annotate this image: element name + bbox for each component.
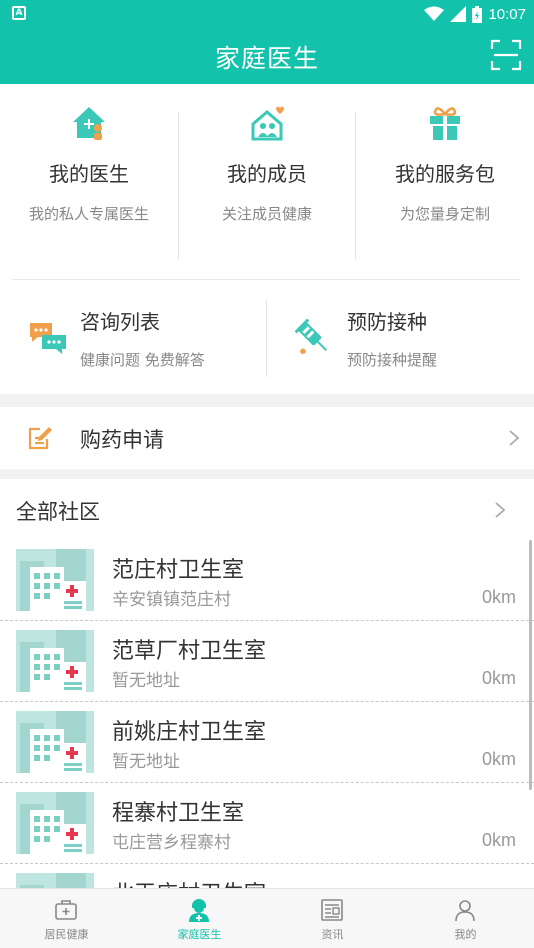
syringe-icon	[295, 319, 328, 354]
tab-label: 居民健康	[44, 928, 89, 941]
tab-mine[interactable]: 我的	[399, 889, 532, 948]
medicine-purchase-label: 购药申请	[80, 428, 164, 452]
my-members-title: 我的成员	[227, 162, 307, 186]
app-bar: 家庭医生	[0, 27, 534, 84]
vaccination-subtitle: 预防接种提醒	[347, 351, 438, 369]
clinic-address: 暂无地址	[112, 671, 180, 691]
consult-list-subtitle: 健康问题 免费解答	[80, 351, 205, 369]
vaccination-entry[interactable]: 预防接种 预防接种提醒	[267, 294, 534, 384]
chevron-right-icon	[509, 430, 520, 446]
bottom-tab-bar: 居民健康 家庭医生 资讯 我的	[0, 888, 534, 948]
services-card: 我的医生 我的私人专属医生 我的成员 关注成员健康 我的服务包 为您量身定制 咨…	[0, 84, 534, 394]
clinic-name: 范庄村卫生室	[112, 558, 245, 583]
vaccination-title: 预防接种	[347, 310, 427, 334]
my-members-subtitle: 关注成员健康	[221, 205, 312, 223]
list-item[interactable]: 北王庄村卫生室	[0, 864, 534, 888]
divider	[12, 279, 520, 280]
status-bar: A 10:07	[0, 0, 534, 27]
doctor-house-icon	[73, 107, 105, 140]
hospital-thumbnail-icon	[16, 711, 94, 773]
list-item[interactable]: 前姚庄村卫生室 暂无地址 0km	[0, 702, 534, 783]
status-icons: 10:07	[424, 4, 526, 24]
tab-news[interactable]: 资讯	[266, 889, 399, 948]
clinic-distance: 0km	[481, 830, 516, 850]
hospital-thumbnail-icon	[16, 873, 94, 888]
clinic-name: 北王庄村卫生室	[112, 876, 266, 888]
clinic-name: 范草厂村卫生室	[112, 639, 267, 664]
consult-list-entry[interactable]: 咨询列表 健康问题 免费解答	[0, 294, 267, 384]
clock: 10:07	[488, 5, 526, 23]
my-service-package-subtitle: 为您量身定制	[399, 205, 490, 223]
chat-bubbles-icon	[30, 323, 66, 354]
wifi-icon	[424, 6, 445, 21]
tab-family-doctor[interactable]: 家庭医生	[133, 889, 266, 948]
signal-icon	[450, 6, 467, 22]
battery-icon	[472, 5, 483, 23]
hospital-thumbnail-icon	[16, 630, 94, 692]
my-members-entry[interactable]: 我的成员 关注成员健康	[178, 84, 356, 274]
clinic-address: 暂无地址	[112, 752, 180, 772]
my-doctor-subtitle: 我的私人专属医生	[28, 205, 149, 223]
family-members-icon	[251, 106, 284, 141]
hospital-thumbnail-icon	[16, 792, 94, 854]
hospital-thumbnail-icon	[16, 549, 94, 611]
news-icon	[321, 899, 343, 921]
list-item[interactable]: 程寨村卫生室 屯庄营乡程寨村 0km	[0, 783, 534, 864]
my-doctor-entry[interactable]: 我的医生 我的私人专属医生	[0, 84, 178, 274]
all-communities-row[interactable]: 全部社区	[0, 479, 534, 541]
clinic-name: 前姚庄村卫生室	[112, 720, 267, 745]
page-title: 家庭医生	[214, 44, 319, 73]
tab-resident-health[interactable]: 居民健康	[0, 889, 133, 948]
clinic-distance: 0km	[481, 749, 516, 769]
all-communities-label: 全部社区	[16, 500, 100, 524]
scan-icon[interactable]	[490, 39, 522, 71]
clinic-address: 辛安镇镇范庄村	[112, 590, 231, 610]
list-item[interactable]: 范草厂村卫生室 暂无地址 0km	[0, 621, 534, 702]
clinic-address: 屯庄营乡程寨村	[112, 833, 231, 853]
consult-list-title: 咨询列表	[80, 310, 160, 334]
tab-label: 家庭医生	[177, 928, 222, 941]
medical-kit-icon	[55, 900, 77, 920]
tab-label: 资讯	[321, 928, 344, 941]
clinic-distance: 0km	[481, 668, 516, 688]
chevron-right-icon	[495, 502, 506, 518]
my-service-package-title: 我的服务包	[395, 162, 495, 186]
my-service-package-entry[interactable]: 我的服务包 为您量身定制	[356, 84, 534, 274]
scrollbar[interactable]	[529, 540, 532, 790]
my-doctor-title: 我的医生	[49, 162, 129, 186]
clinic-list[interactable]: 范庄村卫生室 辛安镇镇范庄村 0km 范草厂村卫生室 暂无地址 0km 前姚庄村…	[0, 540, 534, 888]
clinic-distance: 0km	[481, 587, 516, 607]
tab-label: 我的	[454, 928, 477, 941]
edit-note-icon	[28, 427, 52, 450]
gift-package-icon	[430, 107, 460, 140]
medicine-purchase-row[interactable]: 购药申请	[0, 407, 534, 469]
person-icon	[455, 900, 475, 922]
clinic-name: 程寨村卫生室	[112, 801, 245, 826]
list-item[interactable]: 范庄村卫生室 辛安镇镇范庄村 0km	[0, 540, 534, 621]
app-notification-icon: A	[12, 6, 26, 20]
doctor-avatar-icon	[189, 899, 209, 922]
